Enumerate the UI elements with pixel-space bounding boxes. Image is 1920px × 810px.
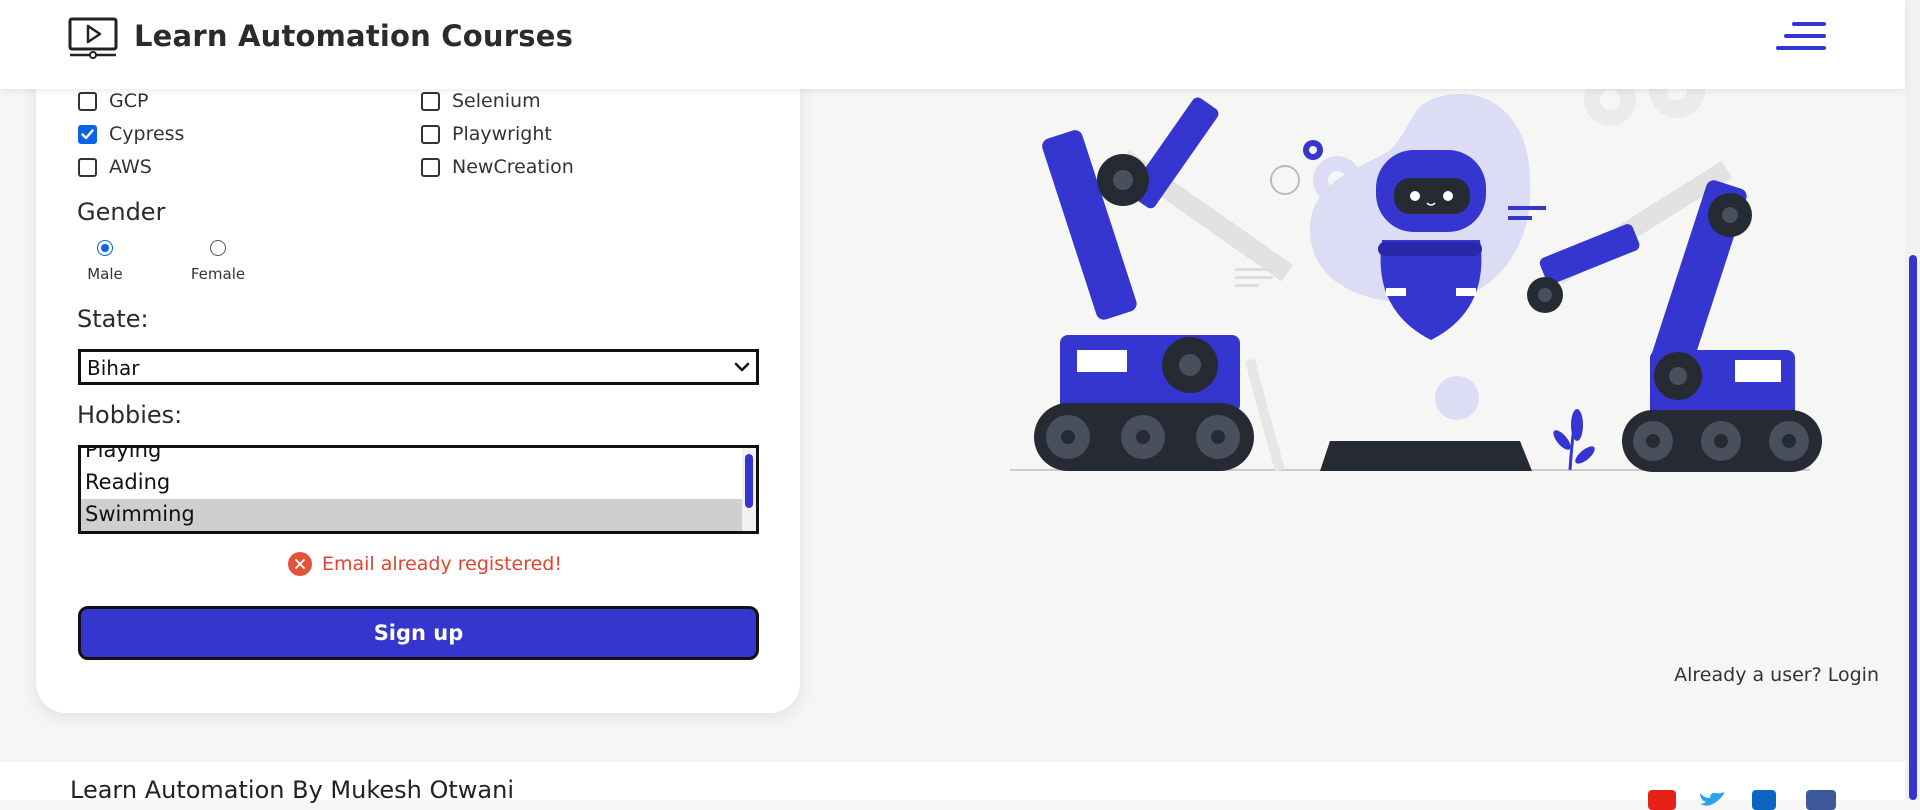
state-selected-value: Bihar: [87, 356, 140, 380]
checkbox-newcreation[interactable]: NewCreation: [421, 155, 574, 179]
hobby-option-reading[interactable]: Reading: [81, 467, 745, 499]
checkbox-box-checked[interactable]: [78, 124, 97, 144]
robot-arms-illustration: [1010, 70, 1822, 472]
checkbox-playwright[interactable]: Playwright: [421, 122, 552, 146]
checkbox-label: Playwright: [452, 123, 552, 145]
checkbox-label: AWS: [109, 156, 152, 178]
login-prompt: Already a user? Login: [1674, 664, 1879, 686]
radio-label: Male: [87, 265, 123, 283]
checkbox-box[interactable]: [421, 124, 440, 144]
facebook-icon[interactable]: [1806, 790, 1836, 810]
checkbox-gcp[interactable]: GCP: [78, 89, 148, 113]
twitter-icon[interactable]: [1698, 790, 1726, 810]
hobby-option-playing[interactable]: Playing: [81, 448, 745, 467]
already-user-text: Already a user?: [1674, 664, 1822, 686]
chevron-down-icon: [734, 362, 750, 372]
top-navbar: Learn Automation Courses: [0, 0, 1905, 89]
checkbox-aws[interactable]: AWS: [78, 155, 152, 179]
radio-button-selected[interactable]: [97, 240, 113, 256]
video-player-icon[interactable]: [68, 17, 120, 59]
youtube-icon[interactable]: [1648, 790, 1676, 810]
scrollbar-thumb[interactable]: [745, 454, 753, 508]
checkbox-label: NewCreation: [452, 156, 574, 178]
login-link[interactable]: Login: [1828, 664, 1879, 686]
hobbies-label: Hobbies:: [77, 401, 183, 429]
footer: Learn Automation By Mukesh Otwani: [0, 762, 1905, 810]
signup-button[interactable]: Sign up: [78, 606, 759, 660]
radio-male[interactable]: Male: [80, 240, 130, 283]
hamburger-menu-icon[interactable]: [1776, 22, 1826, 56]
listbox-scrollbar[interactable]: [742, 448, 756, 531]
page-scrollbar[interactable]: [1905, 0, 1920, 800]
checkbox-box[interactable]: [421, 157, 440, 177]
state-select[interactable]: Bihar: [78, 349, 759, 385]
gender-label: Gender: [77, 198, 166, 226]
checkbox-box[interactable]: [78, 91, 97, 111]
radio-button[interactable]: [210, 240, 226, 256]
checkbox-box[interactable]: [78, 157, 97, 177]
checkbox-label: Selenium: [452, 90, 541, 112]
radio-female[interactable]: Female: [188, 240, 248, 283]
page-scrollbar-thumb[interactable]: [1909, 255, 1917, 800]
error-message: Email already registered!: [288, 551, 562, 577]
checkbox-box[interactable]: [421, 91, 440, 111]
checkmark-icon: [81, 128, 94, 139]
state-label: State:: [77, 305, 149, 333]
linkedin-icon[interactable]: [1752, 790, 1776, 810]
hobbies-multiselect[interactable]: Playing Reading Swimming: [78, 445, 759, 534]
checkbox-label: GCP: [109, 90, 149, 112]
error-x-icon: [288, 552, 312, 576]
brand-title[interactable]: Learn Automation Courses: [134, 19, 573, 53]
error-text: Email already registered!: [322, 553, 562, 575]
radio-label: Female: [190, 265, 246, 283]
checkbox-cypress[interactable]: Cypress: [78, 122, 184, 146]
hobby-option-swimming[interactable]: Swimming: [81, 499, 745, 531]
checkbox-label: Cypress: [109, 123, 185, 145]
checkbox-selenium[interactable]: Selenium: [421, 89, 541, 113]
